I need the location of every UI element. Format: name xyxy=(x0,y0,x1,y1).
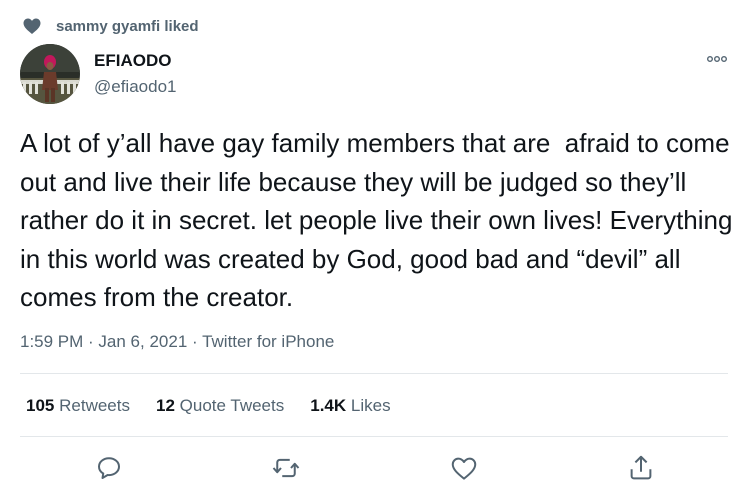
quote-tweets-count: 12 xyxy=(155,396,175,415)
quote-tweets-stat[interactable]: 12 Quote Tweets xyxy=(156,396,284,416)
divider xyxy=(20,373,728,374)
action-bar xyxy=(0,450,748,486)
like-button[interactable] xyxy=(449,453,479,483)
author-handle[interactable]: @efiaodo1 xyxy=(94,77,177,97)
likes-count: 1.4K xyxy=(310,396,347,415)
retweet-button[interactable] xyxy=(271,453,301,483)
share-icon xyxy=(630,455,652,480)
more-options-icon[interactable] xyxy=(706,52,728,66)
author-name[interactable]: EFIAODO xyxy=(94,51,171,71)
avatar[interactable] xyxy=(20,44,80,104)
divider xyxy=(20,436,728,437)
likes-label: Likes xyxy=(350,396,391,415)
retweets-count: 105 xyxy=(26,396,55,415)
heart-icon xyxy=(23,18,41,34)
tweet-timestamp[interactable]: 1:59 PM · Jan 6, 2021 · Twitter for iPho… xyxy=(20,332,334,352)
social-context[interactable]: sammy gyamfi liked xyxy=(22,14,199,38)
tweet: sammy gyamfi liked EFIAODO @efiaodo1 A l… xyxy=(0,0,748,498)
engagement-stats: 105 Retweets 12 Quote Tweets 1.4K Likes xyxy=(26,396,417,416)
quote-tweets-label: Quote Tweets xyxy=(179,396,285,415)
like-icon xyxy=(451,457,477,480)
social-context-text: sammy gyamfi liked xyxy=(56,17,199,35)
likes-stat[interactable]: 1.4K Likes xyxy=(310,396,390,416)
tweet-text: A lot of y’all have gay family members t… xyxy=(20,128,740,312)
retweets-stat[interactable]: 105 Retweets xyxy=(26,396,130,416)
retweets-label: Retweets xyxy=(59,396,130,415)
reply-icon xyxy=(98,457,120,479)
retweet-icon xyxy=(272,458,300,478)
share-button[interactable] xyxy=(626,453,656,483)
reply-button[interactable] xyxy=(94,453,124,483)
